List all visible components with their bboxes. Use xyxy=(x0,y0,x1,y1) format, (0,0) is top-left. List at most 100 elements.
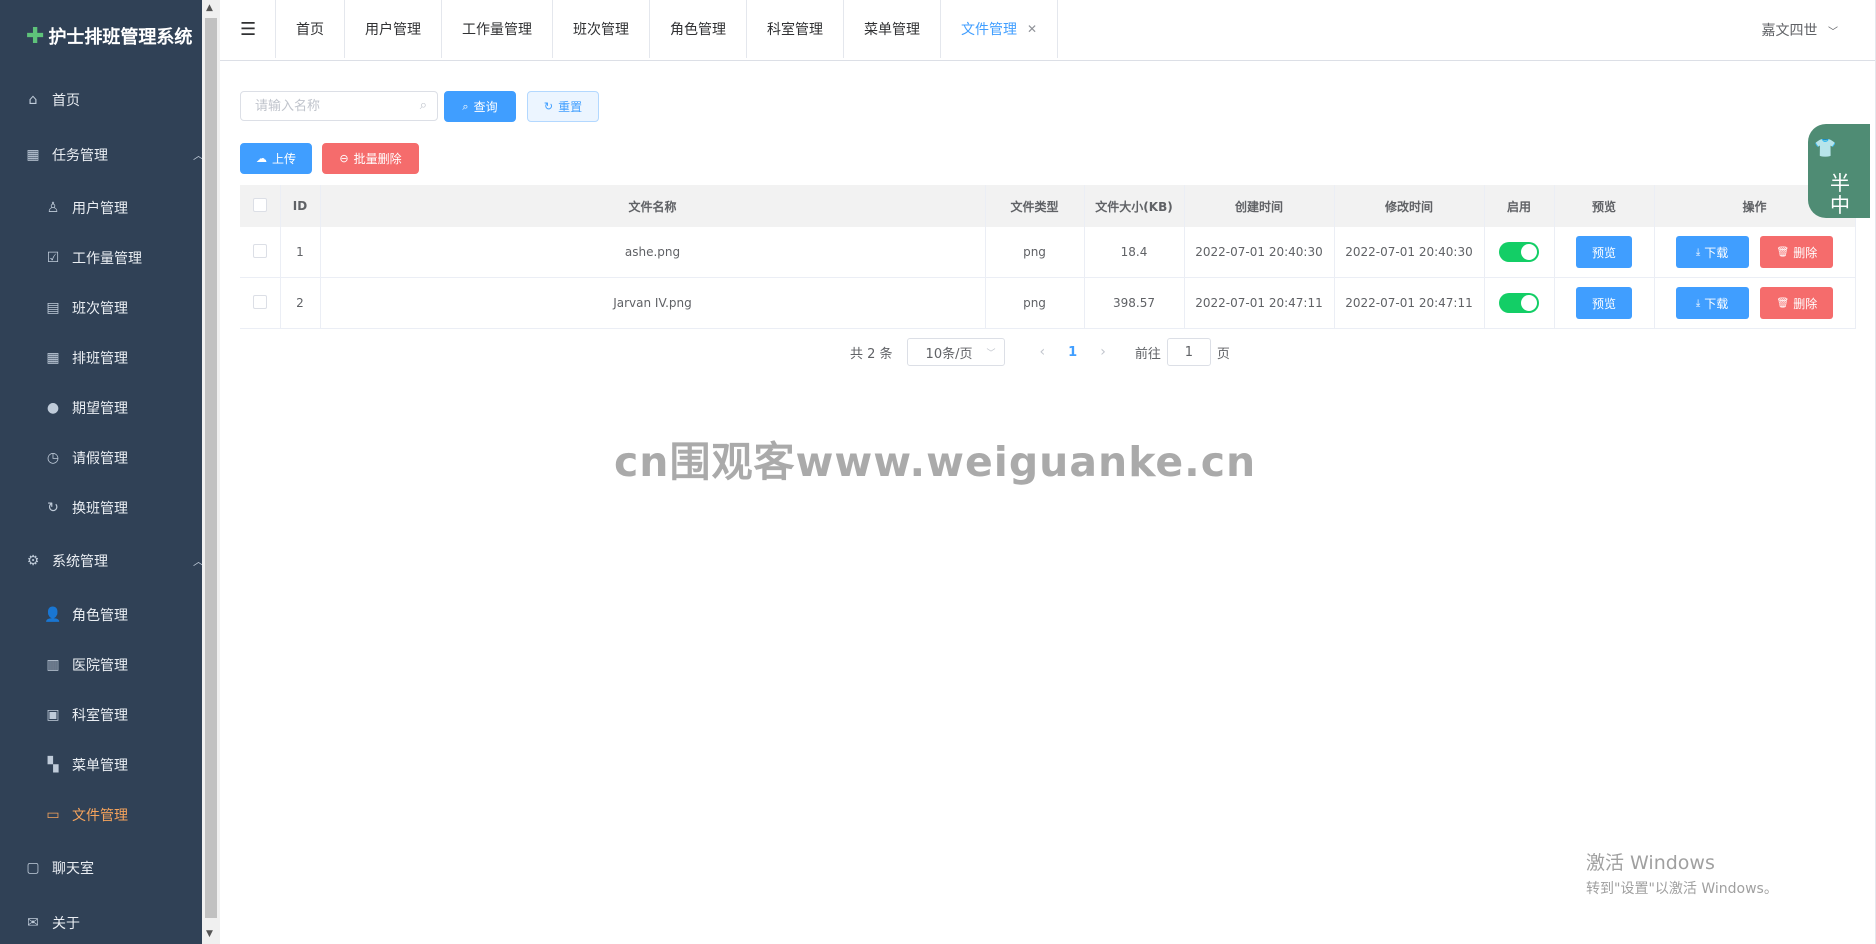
sidebar-item-role-management[interactable]: 👤 角色管理 xyxy=(0,592,202,638)
mail-icon: ✉ xyxy=(27,915,39,931)
sidebar-item-workload-management[interactable]: ☑ 工作量管理 xyxy=(0,235,202,281)
chevron-down-icon: ﹀ xyxy=(1828,27,1838,38)
batch-delete-button[interactable]: ⊖ 批量删除 xyxy=(322,143,419,174)
user-outline-icon: ♙ xyxy=(46,200,60,216)
cell-file-type: png xyxy=(985,227,1085,278)
sidebar-item-department-management[interactable]: ▣ 科室管理 xyxy=(0,692,202,738)
sidebar: ✚ 护士排班管理系统 ⌂ 首页 ▦ 任务管理 ︿ ♙ 用户管理 ☑ 工作量管理 … xyxy=(0,0,202,944)
row-checkbox[interactable] xyxy=(252,243,267,258)
file-table: ID 文件名称 文件类型 文件大小(KB) 创建时间 修改时间 启用 预览 操作… xyxy=(240,185,1856,329)
hamburger-menu-icon[interactable]: ☰ xyxy=(240,20,256,40)
preview-button[interactable]: 预览 xyxy=(1576,236,1632,268)
gear-icon: ⚙ xyxy=(26,553,40,569)
sidebar-item-expectation-management[interactable]: ● 期望管理 xyxy=(0,385,202,431)
menu-grid-icon: ▚ xyxy=(47,757,59,773)
sidebar-item-shift-swap-management[interactable]: ↻ 换班管理 xyxy=(0,485,202,531)
office-building-icon: ▣ xyxy=(46,707,60,723)
column-header-preview: 预览 xyxy=(1554,185,1655,227)
next-page-icon[interactable]: › xyxy=(1100,344,1106,360)
column-header-created-time: 创建时间 xyxy=(1184,185,1335,227)
user-solid-icon: 👤 xyxy=(44,607,62,623)
enabled-switch[interactable] xyxy=(1499,293,1539,313)
preview-button[interactable]: 预览 xyxy=(1576,287,1632,319)
scroll-down-arrow-icon[interactable]: ▼ xyxy=(206,929,213,939)
cell-modified-time: 2022-07-01 20:40:30 xyxy=(1334,227,1485,278)
cell-created-time: 2022-07-01 20:40:30 xyxy=(1184,227,1335,278)
sidebar-item-user-management[interactable]: ♙ 用户管理 xyxy=(0,185,202,231)
sidebar-item-home[interactable]: ⌂ 首页 xyxy=(0,77,202,123)
floating-widget[interactable]: 👕 半 中 xyxy=(1808,124,1870,218)
site-watermark: cn围观客www.weiguanke.cn xyxy=(614,438,1257,486)
delete-button[interactable]: 🗑 删除 xyxy=(1760,236,1834,268)
sidebar-group-tasks[interactable]: ▦ 任务管理 ︿ xyxy=(0,132,202,178)
enabled-switch[interactable] xyxy=(1499,242,1539,262)
clipboard-check-icon: ☑ xyxy=(46,250,60,266)
cell-modified-time: 2022-07-01 20:47:11 xyxy=(1334,277,1485,329)
cell-file-name: Jarvan IV.png xyxy=(320,277,986,329)
minus-circle-icon: ⊖ xyxy=(339,152,349,165)
select-all-checkbox-cell[interactable] xyxy=(240,185,281,227)
sidebar-item-shift-management[interactable]: ▤ 班次管理 xyxy=(0,285,202,331)
download-button[interactable]: ⤓ 下载 xyxy=(1675,236,1749,268)
upload-button[interactable]: ☁ 上传 xyxy=(240,143,312,174)
tab-menu-management[interactable]: 菜单管理 xyxy=(844,0,941,58)
close-icon[interactable]: ✕ xyxy=(1027,22,1037,36)
tab-home[interactable]: 首页 xyxy=(276,0,345,58)
search-icon: ⌕ xyxy=(462,99,469,113)
column-header-file-name: 文件名称 xyxy=(320,185,986,227)
page-number-current[interactable]: 1 xyxy=(1068,345,1077,360)
medical-cross-icon: ✚ xyxy=(26,23,45,49)
prev-page-icon[interactable]: ‹ xyxy=(1040,344,1046,360)
tab-user-management[interactable]: 用户管理 xyxy=(345,0,442,58)
tab-department-management[interactable]: 科室管理 xyxy=(747,0,844,58)
sidebar-item-hospital-management[interactable]: ▥ 医院管理 xyxy=(0,642,202,688)
scrollbar-thumb[interactable] xyxy=(205,18,217,918)
page-size-select[interactable]: 10条/页 ﹀ xyxy=(906,338,1005,366)
cell-file-size: 398.57 xyxy=(1084,277,1185,329)
windows-activation-hint: 转到"设置"以激活 Windows。 xyxy=(1586,881,1778,897)
sidebar-item-chatroom[interactable]: ▢ 聊天室 xyxy=(0,845,202,891)
tab-file-management[interactable]: 文件管理 ✕ xyxy=(941,0,1057,58)
home-icon: ⌂ xyxy=(28,92,38,108)
cell-id: 2 xyxy=(280,277,321,329)
search-input[interactable] xyxy=(241,92,429,120)
cloud-upload-icon: ☁ xyxy=(255,152,267,165)
app-logo: ✚ 护士排班管理系统 xyxy=(0,0,202,72)
grid-icon: ▦ xyxy=(26,147,40,163)
tabs-view: 首页 用户管理 工作量管理 班次管理 角色管理 科室管理 菜单管理 文件管理 ✕ xyxy=(275,0,1059,58)
pagination-total: 共 2 条 xyxy=(850,346,893,362)
chevron-down-icon: ﹀ xyxy=(986,348,996,359)
sidebar-item-file-management[interactable]: ▭ 文件管理 xyxy=(0,792,202,838)
windows-activation-notice: 激活 Windows 转到"设置"以激活 Windows。 xyxy=(1586,848,1778,898)
sidebar-item-menu-management[interactable]: ▚ 菜单管理 xyxy=(0,742,202,788)
building-icon: ▥ xyxy=(46,657,60,673)
delete-button[interactable]: 🗑 删除 xyxy=(1760,287,1834,319)
table-row: 1 ashe.png png 18.4 2022-07-01 20:40:30 … xyxy=(240,227,1856,278)
shirt-icon: 👕 xyxy=(1814,138,1837,159)
trash-icon: 🗑 xyxy=(1776,297,1790,309)
query-button[interactable]: ⌕ 查询 xyxy=(444,91,516,122)
sidebar-item-schedule-management[interactable]: ▦ 排班管理 xyxy=(0,335,202,381)
tab-workload-management[interactable]: 工作量管理 xyxy=(442,0,553,58)
user-dropdown[interactable]: 嘉文四世 ﹀ xyxy=(1762,20,1838,40)
search-icon: ⌕ xyxy=(419,98,427,113)
refresh-icon: ↻ xyxy=(47,500,59,516)
sidebar-group-system[interactable]: ⚙ 系统管理 ︿ xyxy=(0,538,202,584)
sidebar-item-about[interactable]: ✉ 关于 xyxy=(0,900,202,944)
sidebar-item-leave-management[interactable]: ◷ 请假管理 xyxy=(0,435,202,481)
tab-role-management[interactable]: 角色管理 xyxy=(650,0,747,58)
column-header-file-size: 文件大小(KB) xyxy=(1084,185,1185,227)
sidebar-scrollbar[interactable]: ▲ ▼ xyxy=(202,0,220,944)
pagination: 共 2 条 10条/页 ﹀ ‹ 1 › 前往 1 页 xyxy=(850,338,1230,366)
download-button[interactable]: ⤓ 下载 xyxy=(1675,287,1749,319)
chevron-up-icon: ︿ xyxy=(193,147,202,163)
scroll-up-arrow-icon[interactable]: ▲ xyxy=(206,3,213,13)
select-all-checkbox[interactable] xyxy=(252,197,267,212)
tab-shift-management[interactable]: 班次管理 xyxy=(553,0,650,58)
goto-page-input[interactable]: 1 xyxy=(1166,338,1211,366)
chevron-up-icon: ︿ xyxy=(193,553,202,569)
download-icon: ⤓ xyxy=(1695,246,1701,258)
row-checkbox[interactable] xyxy=(252,294,267,309)
download-icon: ⤓ xyxy=(1695,297,1701,309)
reset-button[interactable]: ↻ 重置 xyxy=(527,91,599,122)
